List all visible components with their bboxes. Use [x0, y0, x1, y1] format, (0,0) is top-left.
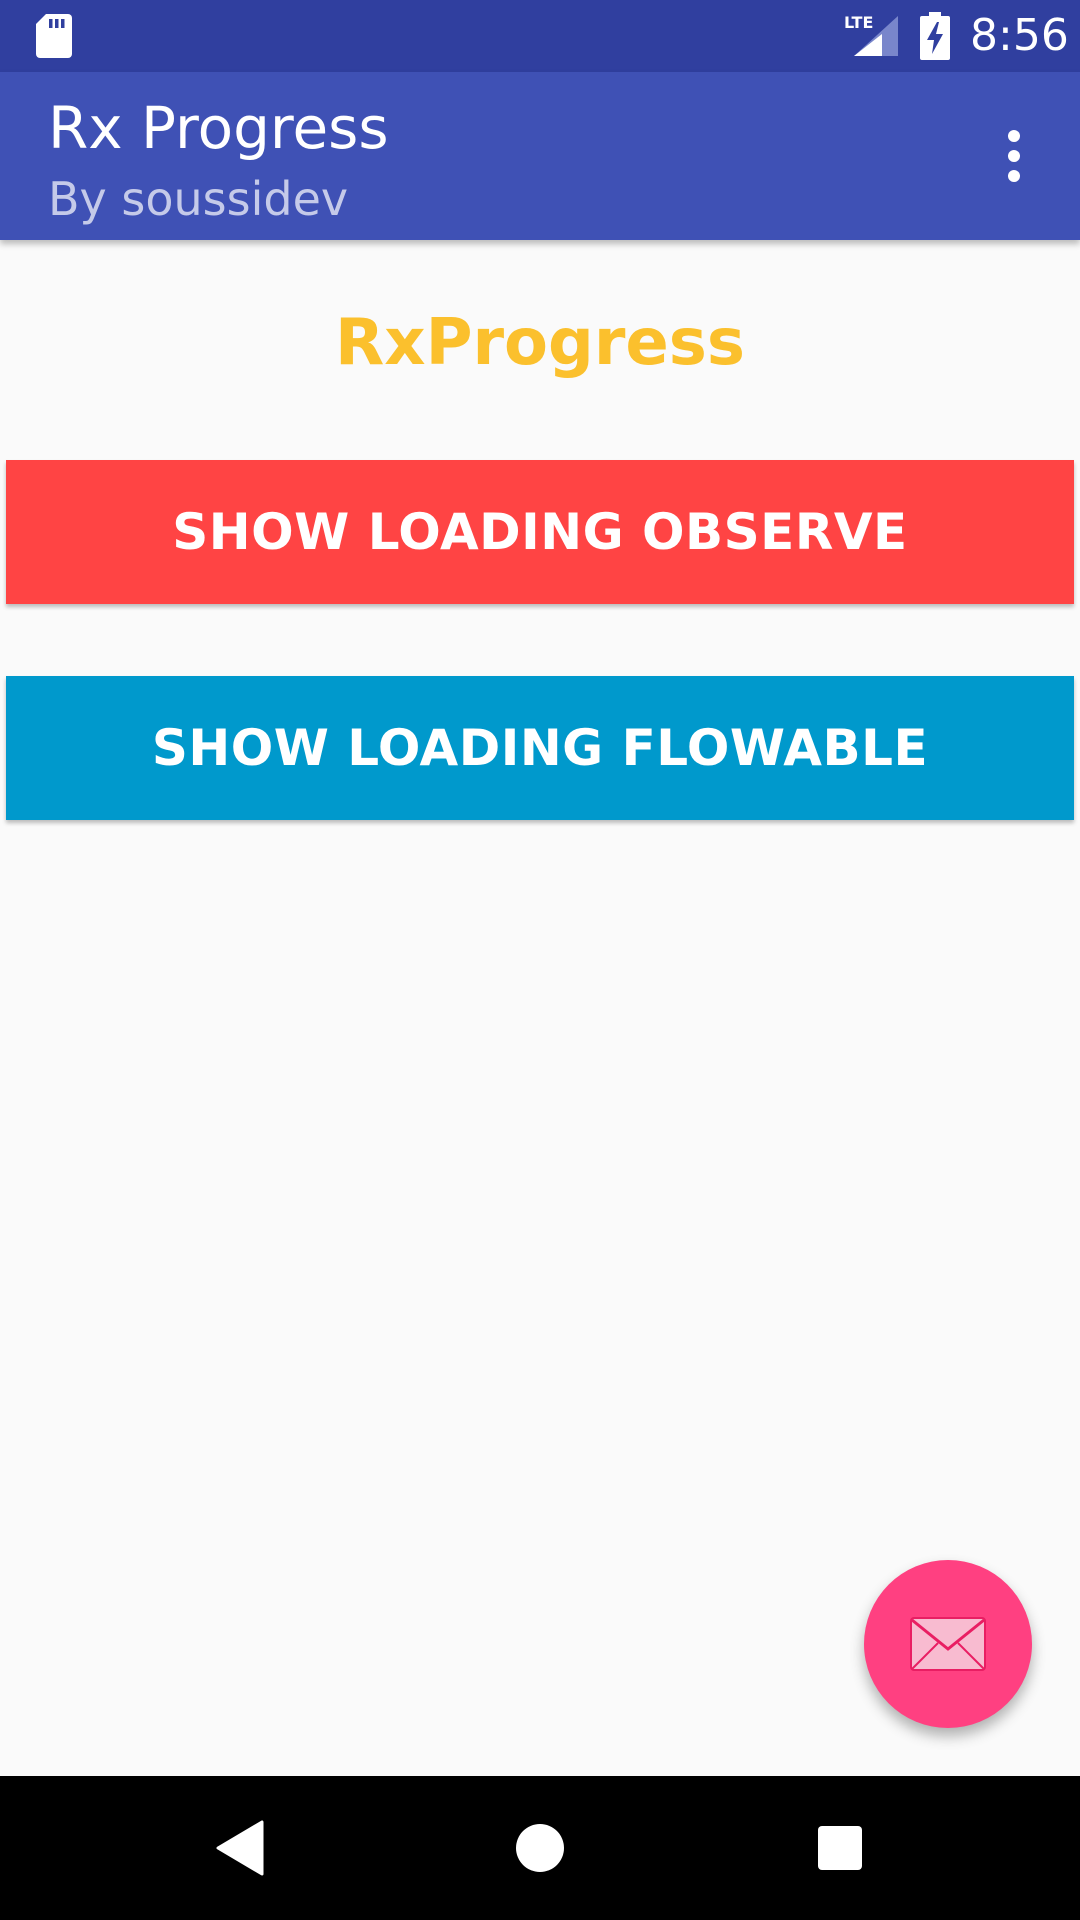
sd-card-icon — [36, 14, 72, 58]
recents-icon[interactable] — [818, 1826, 862, 1870]
battery-charging-icon — [920, 12, 950, 60]
overflow-dot — [1008, 150, 1020, 162]
app-bar: Rx Progress By soussidev — [0, 72, 1080, 240]
screen: LTE 8:56 Rx Progress By soussidev RxProg… — [0, 0, 1080, 1920]
status-clock: 8:56 — [970, 10, 1069, 61]
app-subtitle: By soussidev — [48, 172, 349, 226]
overflow-menu-icon — [1008, 130, 1020, 142]
home-icon[interactable] — [516, 1824, 564, 1872]
mail-fab-button[interactable] — [864, 1560, 1032, 1728]
lte-signal-icon: LTE — [844, 13, 898, 56]
mail-icon — [910, 1617, 986, 1671]
overflow-dot — [1008, 170, 1020, 182]
back-icon[interactable] — [216, 1820, 264, 1876]
page-heading: RxProgress — [335, 306, 745, 380]
app-title: Rx Progress — [48, 94, 389, 162]
status-bar: LTE 8:56 — [0, 0, 1080, 72]
overflow-menu-button[interactable] — [990, 124, 1038, 188]
navigation-bar — [0, 1776, 1080, 1920]
svg-text:LTE: LTE — [844, 13, 873, 32]
show-loading-flowable-button[interactable]: SHOW LOADING FLOWABLE — [6, 676, 1074, 820]
show-loading-observe-button[interactable]: SHOW LOADING OBSERVE — [6, 460, 1074, 604]
